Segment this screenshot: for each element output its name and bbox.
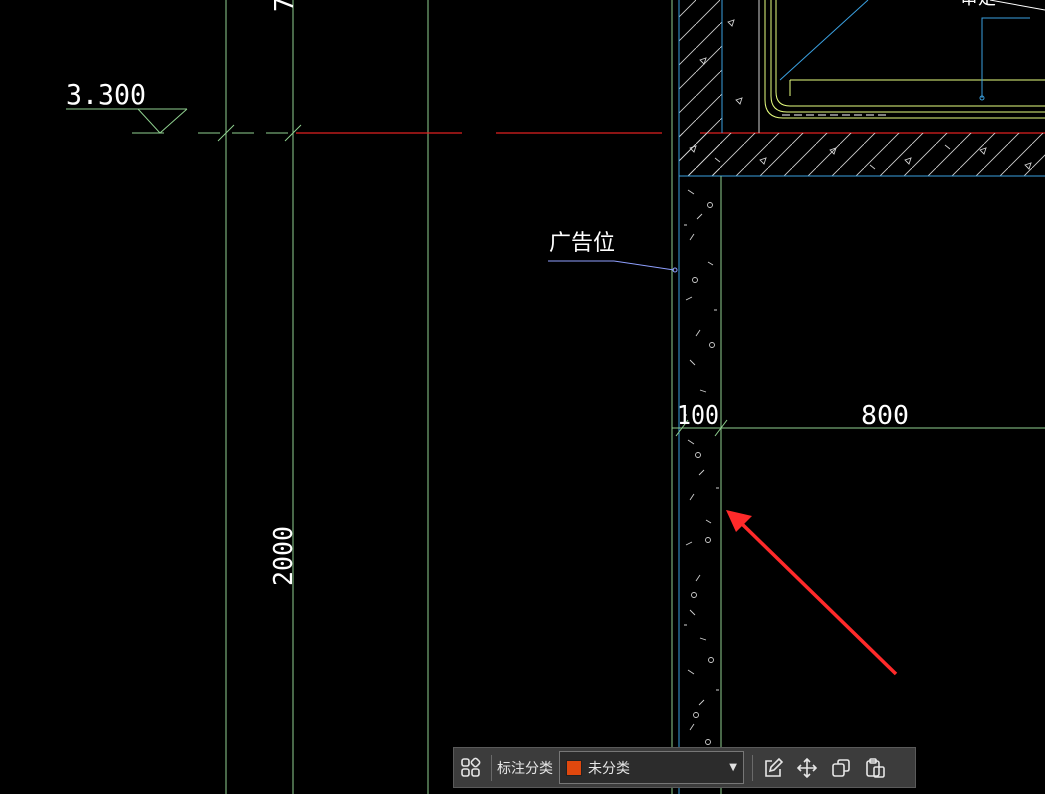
copy-icon[interactable] <box>824 751 858 785</box>
annotation-arrow[interactable] <box>726 510 898 676</box>
edit-icon[interactable] <box>756 751 790 785</box>
annotation-category-label: 标注分类 <box>497 760 553 777</box>
horizontal-dimension <box>672 419 1045 437</box>
category-value: 未分类 <box>588 760 630 777</box>
cad-canvas[interactable]: 3.300 7 2000 广告位 100 800 <box>0 0 1045 794</box>
top-right-text: 审定 <box>960 0 996 9</box>
callout-label: 广告位 <box>549 231 615 256</box>
elevation-marker <box>66 108 188 134</box>
annotation-toolbar: 标注分类 未分类 ▼ <box>453 747 916 788</box>
move-icon[interactable] <box>790 751 824 785</box>
elevation-label: 3.300 <box>66 78 146 111</box>
top-dimension-text: 7 <box>270 0 300 12</box>
category-dropdown[interactable]: 未分类 ▼ <box>559 751 744 784</box>
dimension-800: 800 <box>861 401 909 431</box>
dimension-100: 100 <box>677 401 719 431</box>
dimension-2000: 2000 <box>269 526 299 586</box>
dimension-lines <box>198 0 429 794</box>
paste-icon[interactable] <box>858 751 892 785</box>
wall-section <box>671 0 1045 794</box>
toolbar-divider <box>752 754 753 781</box>
grid-select-icon[interactable] <box>454 751 488 785</box>
callout-leader <box>548 260 678 273</box>
toolbar-divider <box>491 754 492 781</box>
chevron-down-icon: ▼ <box>729 762 737 773</box>
category-color-swatch <box>566 759 582 776</box>
